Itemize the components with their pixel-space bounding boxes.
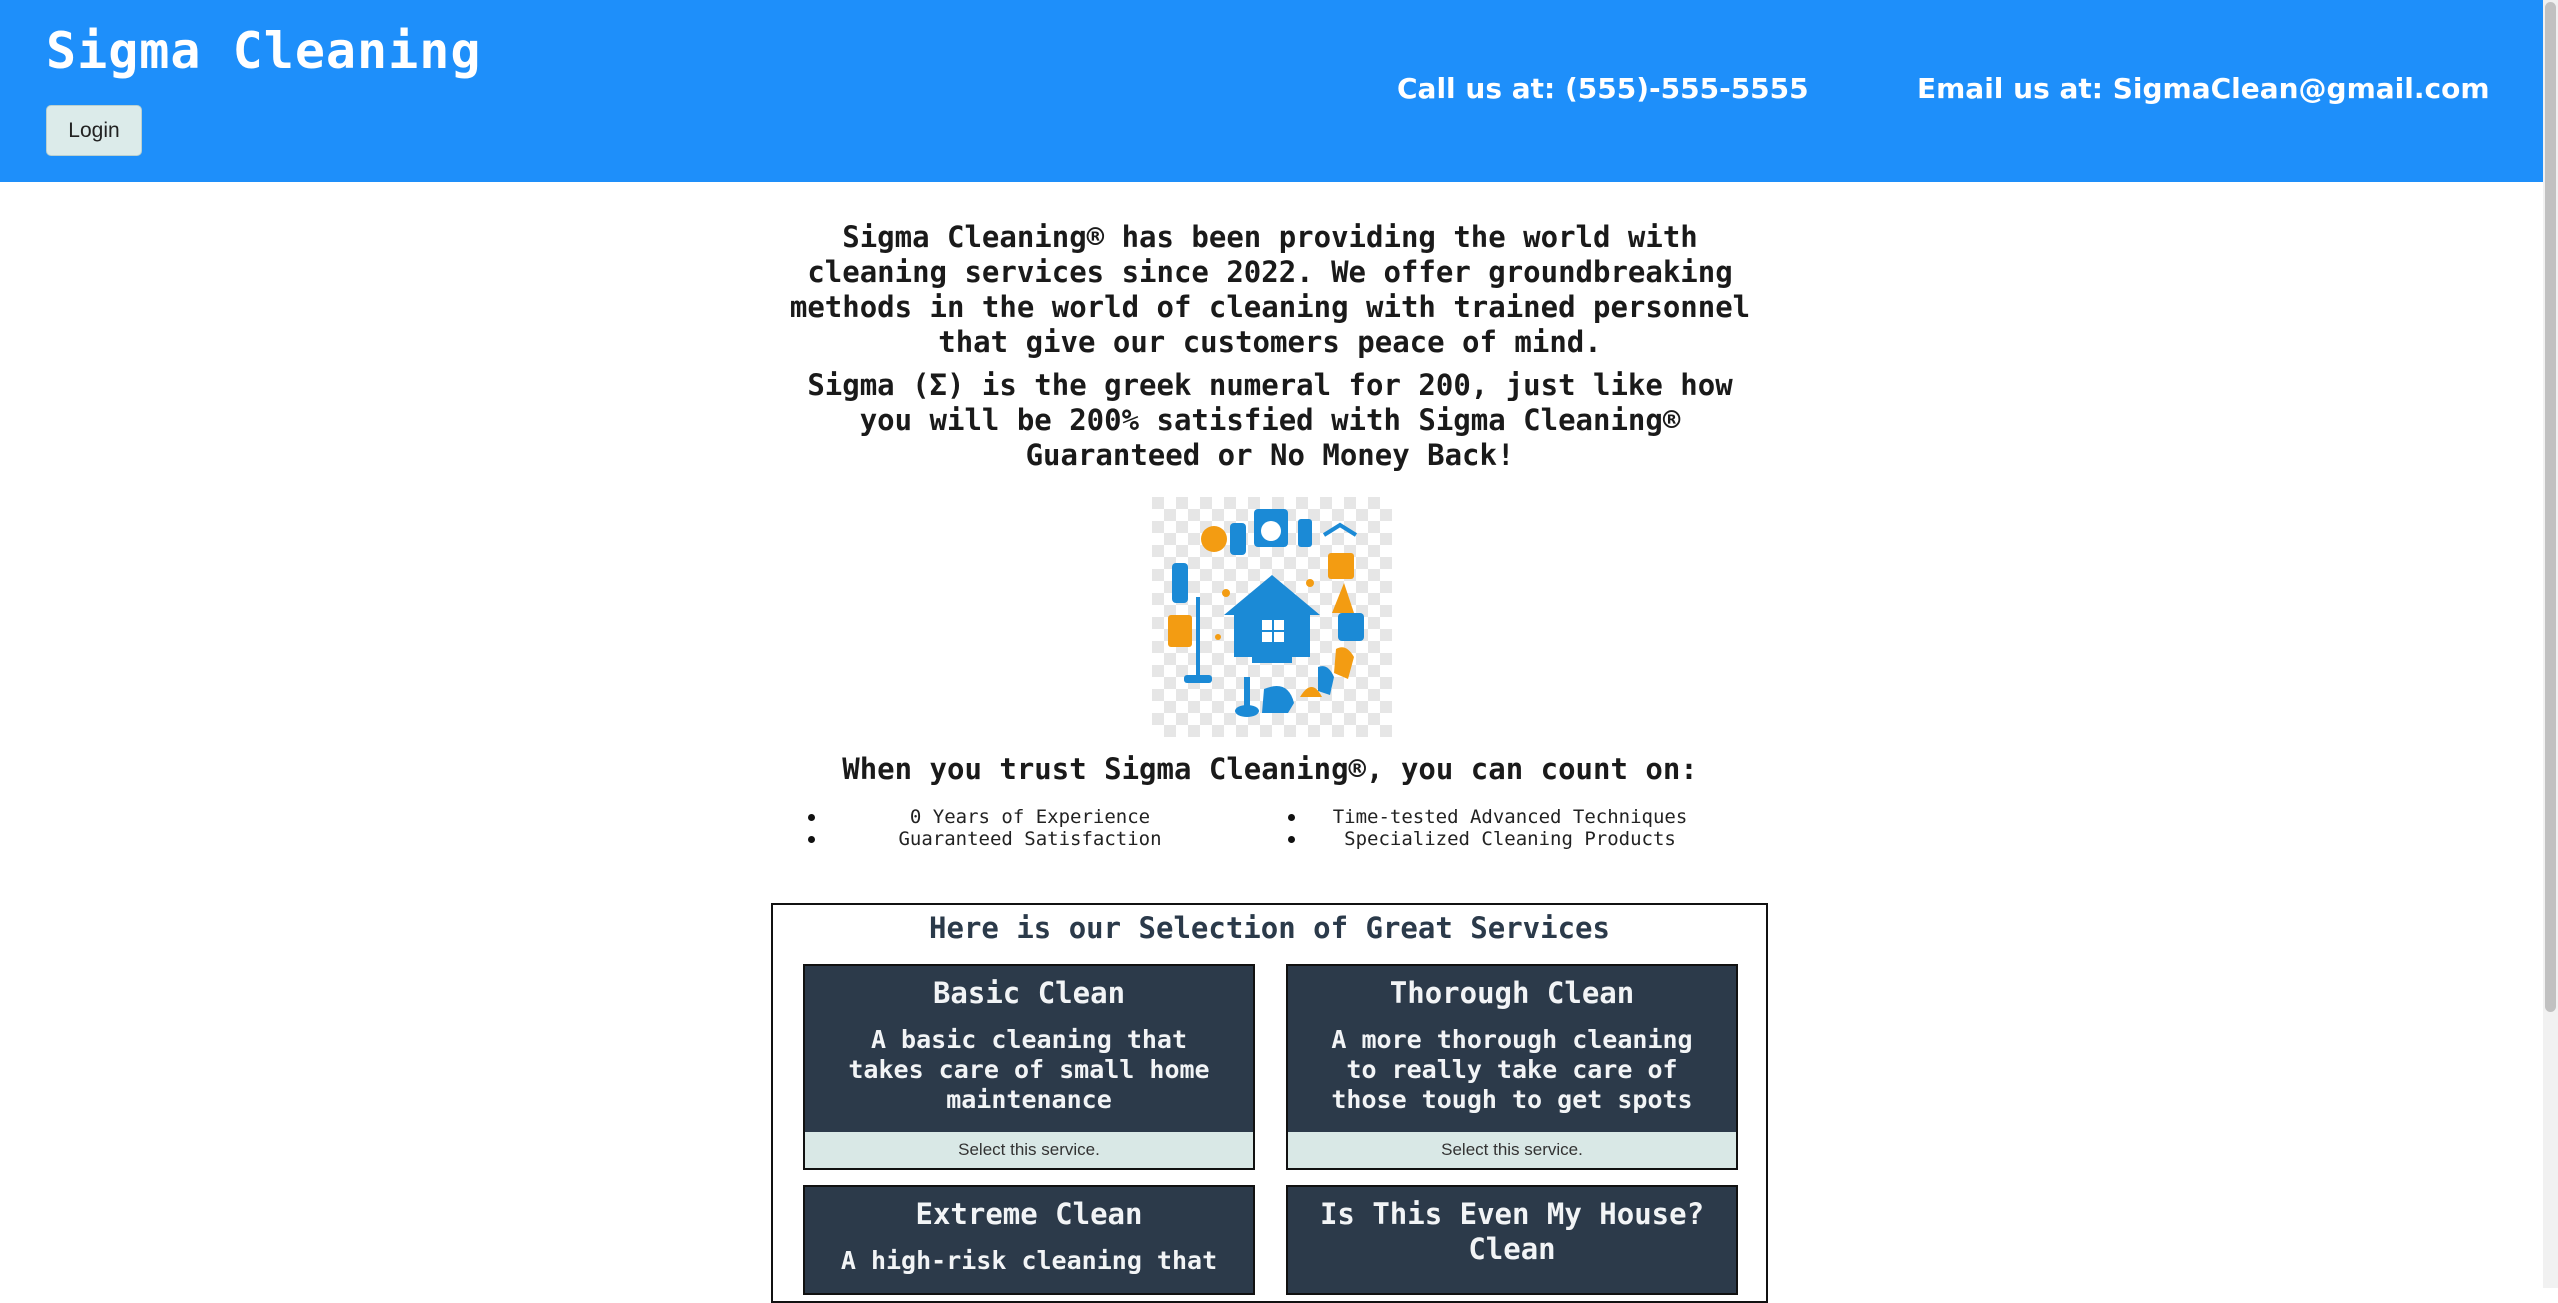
brand-title: Sigma Cleaning	[46, 22, 482, 80]
service-card-extreme[interactable]: Extreme Clean A high-risk cleaning that	[803, 1185, 1255, 1295]
feature-item: Specialized Cleaning Products	[1270, 828, 1750, 850]
sigma-meaning-paragraph: Sigma (Σ) is the greek numeral for 200, …	[807, 368, 1733, 472]
vertical-scrollbar[interactable]	[2543, 0, 2558, 1288]
services-panel: Here is our Selection of Great Services …	[771, 903, 1768, 1303]
feature-list: 0 Years of Experience Time-tested Advanc…	[790, 806, 1750, 850]
intro-paragraph: Sigma Cleaning® has been providing the w…	[789, 220, 1751, 359]
service-title: Thorough Clean	[1389, 976, 1635, 1010]
service-title: Basic Clean	[932, 976, 1126, 1010]
house-cleaning-icons-image	[1152, 497, 1392, 737]
email-contact: Email us at: SigmaClean@gmail.com	[1917, 72, 2490, 105]
service-description: A more thorough cleaning to really take …	[1331, 1025, 1693, 1114]
login-button[interactable]: Login	[46, 105, 142, 156]
service-description: A high-risk cleaning that	[840, 1246, 1218, 1275]
scrollbar-thumb[interactable]	[2545, 2, 2556, 1012]
feature-item: 0 Years of Experience	[790, 806, 1270, 828]
select-service-button[interactable]: Select this service.	[805, 1132, 1253, 1168]
feature-item: Guaranteed Satisfaction	[790, 828, 1270, 850]
service-title: Extreme Clean	[915, 1197, 1143, 1231]
phone-contact: Call us at: (555)-555-5555	[1397, 72, 1809, 105]
select-service-button[interactable]: Select this service.	[1288, 1132, 1736, 1168]
trust-heading: When you trust Sigma Cleaning®, you can …	[842, 752, 1698, 786]
feature-item: Time-tested Advanced Techniques	[1270, 806, 1750, 828]
site-header: Sigma Cleaning Login Call us at: (555)-5…	[0, 0, 2543, 182]
service-card-basic[interactable]: Basic Clean A basic cleaning that takes …	[803, 964, 1255, 1170]
service-card-is-this-even-my-house[interactable]: Is This Even My House? Clean	[1286, 1185, 1738, 1295]
services-title: Here is our Selection of Great Services	[929, 911, 1610, 945]
service-card-thorough[interactable]: Thorough Clean A more thorough cleaning …	[1286, 964, 1738, 1170]
service-description: A basic cleaning that takes care of smal…	[848, 1025, 1210, 1114]
service-title: Is This Even My House? Clean	[1319, 1197, 1705, 1266]
